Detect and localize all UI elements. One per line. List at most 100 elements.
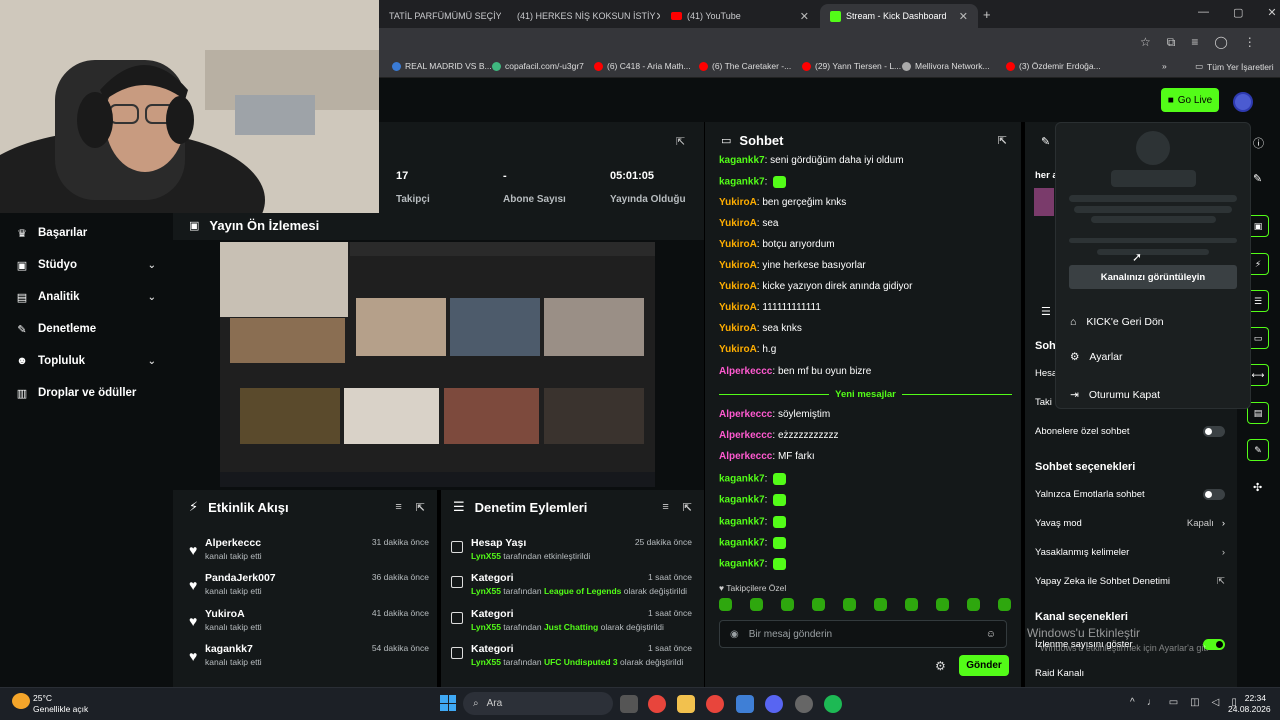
extensions-icon[interactable]: ⧉ [1167, 35, 1176, 50]
chat-username[interactable]: kagankk7 [719, 517, 765, 528]
send-button[interactable]: Gönder [959, 655, 1009, 676]
more-bookmarks-icon[interactable]: » [1162, 61, 1167, 71]
sidebar-item-analytics[interactable]: ▤ Analitik ⌄ [16, 285, 156, 309]
sidebar-item-drops[interactable]: ▥ Droplar ve ödüller [16, 381, 156, 405]
info-icon[interactable]: ⓘ [1253, 135, 1264, 151]
bookmark[interactable]: (6) C418 - Aria Math... [594, 61, 691, 71]
chat-username[interactable]: Alperkeccc [719, 366, 772, 377]
clock[interactable]: 22:34 24.08.2026 [1228, 693, 1271, 715]
volume-icon[interactable]: ◁ [1212, 697, 1220, 708]
chat-username[interactable]: Alperkeccc [719, 430, 772, 441]
bookmark[interactable]: copafacil.com/-u3gr7 [492, 61, 584, 71]
chat-username[interactable]: kagankk7 [719, 495, 765, 506]
mic-icon[interactable]: ♩ [1147, 697, 1157, 708]
bookmark[interactable]: Mellivora Network... [902, 61, 990, 71]
avatar[interactable] [1233, 92, 1253, 112]
weather-widget[interactable]: 25°C Genellikle açık [33, 693, 88, 715]
task-view-icon[interactable] [620, 695, 638, 713]
sidebar-item-studio[interactable]: ▣ Stüdyo ⌄ [16, 253, 156, 277]
chat-username[interactable]: kagankk7 [719, 559, 765, 570]
bookmark[interactable]: (3) Özdemir Erdoğa... [1006, 61, 1101, 71]
chat-username[interactable]: Alperkeccc [719, 409, 772, 420]
chat-input[interactable]: ◉ Bir mesaj gönderin ☺ [719, 620, 1007, 648]
keyboard-icon[interactable]: ▭ [1169, 697, 1178, 708]
emotes-only-toggle[interactable] [1203, 489, 1225, 500]
chrome-icon[interactable] [648, 695, 666, 713]
back-to-kick-item[interactable]: ⌂ KICK'e Geri Dön [1070, 316, 1164, 328]
bookmark[interactable]: (29) Yann Tiersen - L... [802, 61, 901, 71]
sidebar-item-achievements[interactable]: ♛ Başarılar [16, 221, 156, 245]
stream-preview-video[interactable] [220, 242, 655, 487]
windows-start-icon[interactable] [440, 695, 456, 711]
emote-icon[interactable] [998, 598, 1011, 611]
maximize-icon[interactable]: ▢ [1233, 6, 1243, 19]
popout-icon[interactable]: ⇱ [998, 134, 1007, 147]
app-icon[interactable] [736, 695, 754, 713]
popout-icon[interactable]: ⇱ [416, 501, 425, 514]
popout-icon[interactable]: ⇱ [676, 135, 685, 148]
chat-settings-icon[interactable]: ⚙ [935, 659, 946, 673]
emote-icon[interactable] [750, 598, 763, 611]
chat-username[interactable]: YukiroA [719, 260, 757, 271]
browser-tab-active[interactable]: Stream - Kick Dashboard ✕ [820, 4, 978, 28]
close-tab-icon[interactable]: ✕ [656, 10, 660, 23]
taskbar-search[interactable]: ⌕ Ara [463, 692, 613, 715]
chevron-up-icon[interactable]: ^ [1130, 697, 1135, 708]
emote-icon[interactable] [843, 598, 856, 611]
chat-username[interactable]: kagankk7 [719, 177, 765, 188]
new-tab-button[interactable]: + [983, 7, 991, 22]
settings-item[interactable]: ⚙ Ayarlar [1070, 351, 1123, 363]
logout-item[interactable]: ⇥ Oturumu Kapat [1070, 389, 1160, 401]
star-icon[interactable]: ☆ [1140, 35, 1151, 50]
emote-icon[interactable] [781, 598, 794, 611]
emote-icon[interactable] [967, 598, 980, 611]
all-bookmarks[interactable]: ▭ Tüm Yer İşaretleri [1195, 61, 1274, 72]
ai-moderation-row[interactable]: Yapay Zeka ile Sohbet Denetimi ⇱ [1035, 576, 1225, 587]
app-icon[interactable] [795, 695, 813, 713]
bookmark[interactable]: (6) The Caretaker -... [699, 61, 791, 71]
browser-tab[interactable]: (41) YouTube ✕ [661, 4, 819, 28]
puzzle-icon[interactable]: ✣ [1253, 481, 1262, 494]
filter-icon[interactable]: ≡ [662, 501, 668, 514]
close-tab-icon[interactable]: ✕ [800, 10, 809, 23]
emote-icon[interactable] [905, 598, 918, 611]
chat-username[interactable]: kagankk7 [719, 155, 765, 166]
chat-username[interactable]: kagankk7 [719, 538, 765, 549]
minimize-icon[interactable]: — [1198, 6, 1209, 19]
tool-button[interactable]: ✎ [1247, 439, 1269, 461]
bookmark[interactable]: REAL MADRID VS B... [392, 61, 492, 71]
chat-username[interactable]: YukiroA [719, 323, 757, 334]
view-channel-button[interactable]: Kanalınızı görüntüleyin [1069, 265, 1237, 289]
emote-icon[interactable] [719, 598, 732, 611]
network-icon[interactable]: ◫ [1190, 697, 1199, 708]
browser-tab[interactable]: TATİL PARFÜMÜMÜ SEÇİYO✕ [379, 4, 501, 28]
discord-icon[interactable] [765, 695, 783, 713]
sidebar-item-moderation[interactable]: ✎ Denetleme [16, 317, 156, 341]
emoji-icon[interactable]: ☺ [986, 629, 996, 640]
raid-channel-row[interactable]: Raid Kanalı [1035, 668, 1225, 679]
banned-words-row[interactable]: Yasaklanmış kelimeler › [1035, 547, 1225, 558]
emote-icon[interactable] [936, 598, 949, 611]
menu-icon[interactable]: ⋮ [1244, 35, 1256, 50]
chat-username[interactable]: YukiroA [719, 218, 757, 229]
chat-username[interactable]: YukiroA [719, 281, 757, 292]
popout-icon[interactable]: ⇱ [683, 501, 692, 514]
chat-username[interactable]: kagankk7 [719, 474, 765, 485]
chat-username[interactable]: YukiroA [719, 302, 757, 313]
close-tab-icon[interactable]: ✕ [959, 10, 968, 23]
media-icon[interactable]: ≡ [1191, 35, 1198, 50]
close-window-icon[interactable]: ✕ [1267, 6, 1276, 19]
chat-username[interactable]: YukiroA [719, 239, 757, 250]
chat-username[interactable]: Alperkeccc [719, 451, 772, 462]
slow-mode-row[interactable]: Yavaş mod Kapalı › [1035, 518, 1225, 529]
file-explorer-icon[interactable] [677, 695, 695, 713]
chat-username[interactable]: YukiroA [719, 197, 757, 208]
filter-icon[interactable]: ≡ [395, 501, 401, 514]
spotify-icon[interactable] [824, 695, 842, 713]
browser-tab[interactable]: (41) HERKES NİŞ KOKSUN İSTİY✕ [502, 4, 660, 28]
go-live-button[interactable]: ■ Go Live [1161, 88, 1219, 112]
sub-only-toggle[interactable] [1203, 426, 1225, 437]
sidebar-item-community[interactable]: ☻ Topluluk ⌄ [16, 349, 156, 373]
chrome-icon[interactable] [706, 695, 724, 713]
emote-icon[interactable] [812, 598, 825, 611]
